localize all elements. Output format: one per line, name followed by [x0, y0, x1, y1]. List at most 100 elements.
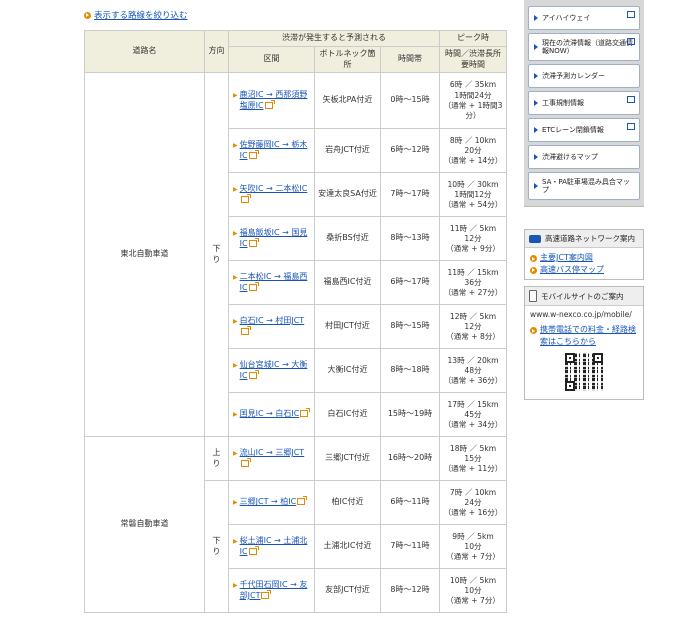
peak-line: 7時 ／ 10km — [449, 487, 497, 497]
section-link[interactable]: 矢吹IC → 二本松IC — [240, 184, 308, 193]
section-cell: ▶ 桜土浦IC → 土浦北IC — [228, 524, 315, 570]
sidebar-button[interactable]: SA・PA駐車場混み具合マップ — [528, 172, 640, 200]
network-links: 主要JCT案内図 高速バス停マップ — [525, 248, 643, 279]
header-section: 区間 — [228, 45, 315, 74]
bottleneck-cell: 土浦北IC付近 — [314, 524, 381, 570]
mobile-fare-link[interactable]: 携帯電話での料金・経路検索はこちらから — [530, 324, 638, 347]
peak-line: 8時 ／ 10km — [449, 135, 497, 145]
time-range-cell: 16時～20時 — [379, 436, 441, 482]
section-cell: ▶ 仙台宮城IC → 大衡IC — [228, 348, 315, 394]
bottleneck-cell: 矢板北PA付近 — [314, 72, 381, 130]
sidebar-button[interactable]: 工事規制情報 — [528, 91, 640, 115]
time-range-cell: 7時～17時 — [379, 172, 441, 218]
triangle-bullet-icon: ▶ — [233, 92, 238, 100]
mobile-panel-body: www.w-nexco.co.jp/mobile/ 携帯電話での料金・経路検索は… — [525, 306, 643, 399]
road-name: 常磐自動車道 — [84, 436, 205, 614]
section-cell: ▶ 三郷JCT → 柏IC — [228, 480, 315, 526]
time-range-cell: 8時～12時 — [379, 568, 441, 614]
peak-line: 9時 ／ 5km — [452, 531, 494, 541]
peak-cell: 12時 ／ 5km 12分 （通常 + 8分） — [439, 304, 508, 350]
network-link[interactable]: 主要JCT案内図 — [530, 252, 638, 264]
peak-line: 12分 — [464, 233, 482, 243]
peak-line: （通常 + 16分） — [443, 508, 503, 518]
peak-cell: 10時 ／ 5km 10分 （通常 + 7分） — [439, 568, 508, 614]
direction-cell: 上り — [204, 436, 229, 482]
external-link-icon — [300, 408, 311, 418]
peak-line: （通常 + 1時間3分） — [443, 100, 503, 121]
section-cell: ▶ 佐野藤岡IC → 栃木IC — [228, 128, 315, 174]
peak-cell: 11時 ／ 15km 36分 （通常 + 27分） — [439, 260, 508, 306]
table-row: 東北自動車道 下り ▶ 鹿沼IC → 西那須野塩原IC 矢板北PA付近 0時～15時 6時 … — [84, 72, 508, 438]
direction-label: 下り — [212, 536, 221, 556]
mobile-panel: モバイルサイトのご案内 www.w-nexco.co.jp/mobile/ 携帯… — [524, 286, 644, 401]
mobile-url: www.w-nexco.co.jp/mobile/ — [530, 310, 632, 320]
peak-line: （通常 + 54分） — [443, 200, 503, 210]
peak-line: 1時間24分 — [454, 90, 492, 100]
peak-cell: 6時 ／ 35km 1時間24分 （通常 + 1時間3分） — [439, 72, 508, 130]
sidebar-button-list: アイハイウェイ現在の渋滞情報（道路交通情報NOW） 渋滞予測カレンダー 工事規制情報… — [524, 0, 644, 207]
bottleneck-cell: 安達太良SA付近 — [314, 172, 381, 218]
peak-line: 15分 — [464, 453, 482, 463]
filter-routes-link[interactable]: 表示する路線を絞り込む — [84, 9, 188, 21]
bottleneck-cell: 大衡IC付近 — [314, 348, 381, 394]
peak-line: （通常 + 11分） — [443, 464, 503, 474]
triangle-bullet-icon: ▶ — [233, 274, 238, 282]
peak-line: 45分 — [464, 409, 482, 419]
peak-cell: 8時 ／ 10km 20分 （通常 + 14分） — [439, 128, 508, 174]
header-direction: 方向 — [204, 29, 229, 74]
header-peak-group: ピーク時 — [439, 30, 508, 47]
time-range-cell: 8時～13時 — [379, 216, 441, 262]
external-link-icon — [261, 589, 272, 599]
mobile-phone-icon — [529, 290, 537, 303]
peak-line: 11時 ／ 15km — [447, 267, 499, 277]
direction-cell: 下り — [204, 72, 229, 438]
section-link[interactable]: 流山IC → 三郷JCT — [240, 448, 305, 457]
sidebar-button[interactable]: 渋滞避けるマップ — [528, 145, 640, 169]
new-window-icon — [627, 38, 635, 45]
peak-line: （通常 + 7分） — [446, 552, 501, 562]
new-window-icon — [627, 96, 635, 103]
sidebar-button[interactable]: 現在の渋滞情報（道路交通情報NOW） — [528, 33, 640, 61]
section-cell: ▶ 千代田石岡IC → 友部JCT — [228, 568, 315, 614]
external-link-icon — [297, 496, 308, 506]
mobile-panel-header: モバイルサイトのご案内 — [525, 287, 643, 307]
header-group: 渋滞が発生すると予測される — [227, 30, 441, 47]
time-range-cell: 6時～17時 — [379, 260, 441, 306]
section-cell: ▶ 矢吹IC → 二本松IC — [228, 172, 315, 218]
arrow-bullet-icon — [84, 11, 91, 19]
network-panel-header: 高速道路ネットワーク案内 — [525, 230, 643, 248]
section-link[interactable]: 三郷JCT → 柏IC — [240, 497, 297, 506]
sidebar-button[interactable]: 渋滞予測カレンダー — [528, 64, 640, 88]
section-link[interactable]: 白石IC → 村田JCT — [240, 316, 305, 325]
bottleneck-cell: 福島西IC付近 — [314, 260, 381, 306]
section-cell: ▶ 二本松IC → 福島西IC — [228, 260, 315, 306]
time-range-cell: 6時～11時 — [379, 480, 441, 526]
triangle-bullet-icon: ▶ — [233, 411, 238, 419]
peak-line: （通常 + 27分） — [443, 288, 503, 298]
peak-line: 10分 — [464, 541, 482, 551]
sidebar-button[interactable]: アイハイウェイ — [528, 6, 640, 30]
header-peak: 時間／渋滞長所要時間 — [439, 45, 508, 74]
sidebar-button[interactable]: ETCレーン閉鎖情報 — [528, 118, 640, 142]
bottleneck-cell: 柏IC付近 — [314, 480, 381, 526]
triangle-bullet-icon: ▶ — [233, 318, 238, 326]
triangle-bullet-icon: ▶ — [233, 538, 238, 546]
section-link[interactable]: 千代田石岡IC → 友部JCT — [240, 580, 308, 600]
peak-cell: 7時 ／ 10km 24分 （通常 + 16分） — [439, 480, 508, 526]
triangle-bullet-icon: ▶ — [233, 362, 238, 370]
peak-line: 48分 — [464, 365, 482, 375]
peak-cell: 10時 ／ 30km 1時間12分 （通常 + 54分） — [439, 172, 508, 218]
peak-line: 12時 ／ 5km — [449, 311, 497, 321]
section-link[interactable]: 国見IC → 白石IC — [240, 409, 300, 418]
bottleneck-cell: 岩舟JCT付近 — [314, 128, 381, 174]
peak-line: 20分 — [464, 145, 482, 155]
table-row: 常磐自動車道 上り ▶ 流山IC → 三郷JCT 三郷JCT付近 16時～20時 18時 ／… — [84, 436, 508, 614]
network-link[interactable]: 高速バス停マップ — [530, 264, 638, 276]
peak-line: （通常 + 9分） — [446, 244, 501, 254]
section-cell: ▶ 流山IC → 三郷JCT — [228, 436, 315, 482]
header-time: 時間帯 — [379, 45, 441, 74]
external-link-icon — [240, 193, 251, 203]
triangle-bullet-icon: ▶ — [233, 582, 238, 590]
arrow-bullet-icon — [530, 255, 537, 262]
section-cell: ▶ 鹿沼IC → 西那須野塩原IC — [228, 72, 315, 130]
